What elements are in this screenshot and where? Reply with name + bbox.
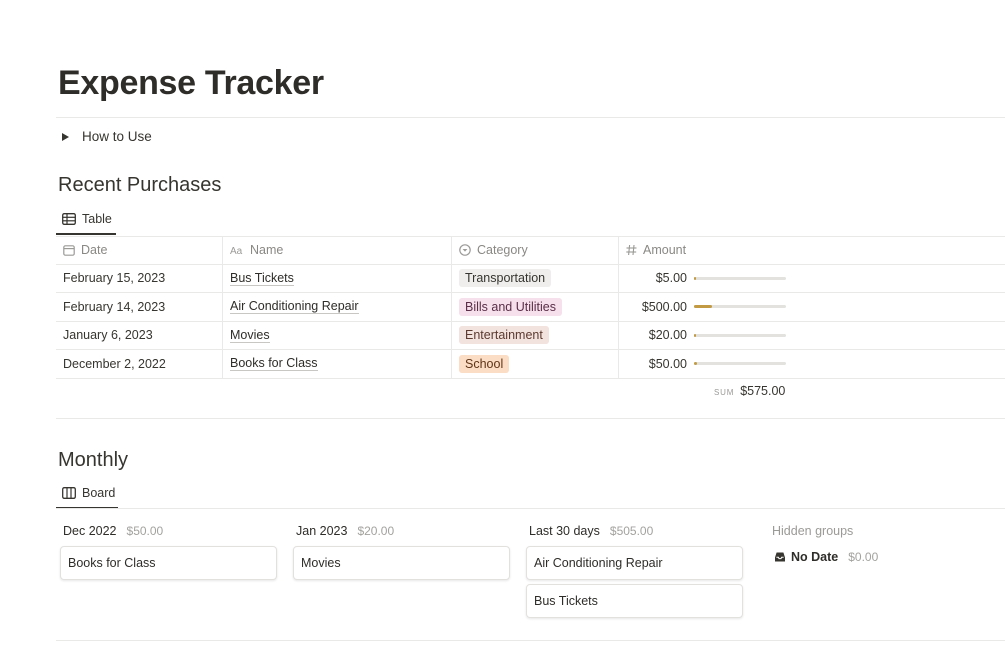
recent-purchases-heading: Recent Purchases	[58, 174, 222, 196]
category-cell[interactable]: Bills and Utilities	[452, 293, 619, 321]
group-title: Jan 2023	[296, 524, 348, 538]
column-header-date[interactable]: Date	[56, 237, 223, 264]
category-cell[interactable]: Entertainment	[452, 321, 619, 349]
board-group-header[interactable]: Jan 2023 $20.00	[296, 524, 394, 538]
tab-label: Board	[82, 486, 116, 500]
column-header-category[interactable]: Category	[452, 237, 619, 264]
group-title: No Date	[791, 550, 839, 564]
row-title[interactable]: Bus Tickets	[230, 271, 294, 286]
table-row[interactable]: January 6, 2023 Movies Entertainment $20…	[56, 321, 1005, 350]
tab-table-view[interactable]: Table	[56, 206, 118, 232]
number-property-icon	[626, 245, 637, 256]
calendar-icon	[63, 245, 75, 257]
group-title: Dec 2022	[63, 524, 117, 538]
board-group-header[interactable]: Dec 2022 $50.00	[63, 524, 163, 538]
date-cell[interactable]: February 14, 2023	[56, 293, 223, 321]
toggle-triangle-icon[interactable]	[62, 132, 69, 141]
amount-cell[interactable]: $50.00	[619, 350, 1005, 378]
amount-cell[interactable]: $5.00	[619, 265, 1005, 293]
amount-value: $50.00	[648, 356, 687, 371]
text-property-icon: Aa	[230, 246, 243, 255]
name-cell[interactable]: Bus Tickets	[223, 264, 452, 292]
board-card[interactable]: Movies	[293, 546, 510, 580]
amount-progress-bar	[694, 362, 786, 366]
column-header-name[interactable]: Aa Name	[223, 237, 452, 264]
amount-progress-bar	[694, 276, 786, 280]
amount-progress-bar	[694, 333, 786, 337]
board-group-header[interactable]: Last 30 days $505.00	[529, 524, 653, 538]
monthly-heading: Monthly	[58, 449, 129, 471]
toggle-label: How to Use	[82, 129, 152, 144]
amount-progress-bar	[694, 305, 786, 309]
board-icon	[62, 487, 76, 499]
category-cell[interactable]: Transportation	[452, 264, 619, 292]
column-header-amount[interactable]: Amount	[619, 237, 1005, 264]
amount-value: $20.00	[648, 328, 687, 343]
tab-label: Table	[82, 212, 112, 226]
category-tag: Entertainment	[459, 326, 549, 345]
tab-board-view[interactable]: Board	[56, 480, 121, 506]
row-title[interactable]: Movies	[230, 328, 270, 343]
table-header-row: Date Aa Name Category Amount	[56, 236, 1005, 265]
row-title[interactable]: Air Conditioning Repair	[230, 299, 359, 315]
amount-progress-fill	[694, 276, 696, 280]
amount-cell[interactable]: $20.00	[619, 322, 1005, 350]
board-card[interactable]: Air Conditioning Repair	[526, 546, 743, 580]
amount-value: $500.00	[641, 299, 687, 314]
group-sum: $20.00	[357, 524, 395, 538]
table-row[interactable]: February 14, 2023 Air Conditioning Repai…	[56, 293, 1005, 322]
page-title: Expense Tracker	[58, 64, 324, 102]
sum-value: $575.00	[740, 384, 786, 398]
table-row[interactable]: February 15, 2023 Bus Tickets Transporta…	[56, 264, 1005, 293]
inbox-icon	[775, 552, 785, 562]
divider	[56, 508, 1005, 509]
table-row[interactable]: December 2, 2022 Books for Class School …	[56, 350, 1005, 379]
category-cell[interactable]: School	[452, 350, 619, 378]
date-cell[interactable]: December 2, 2022	[56, 350, 223, 378]
name-cell[interactable]: Movies	[223, 321, 452, 349]
row-title[interactable]: Books for Class	[230, 356, 318, 372]
category-tag: Bills and Utilities	[459, 297, 563, 316]
date-cell[interactable]: February 15, 2023	[56, 264, 223, 292]
amount-progress-fill	[694, 362, 697, 366]
name-cell[interactable]: Books for Class	[223, 350, 452, 378]
amount-progress-fill	[694, 333, 696, 337]
active-tab-indicator	[56, 233, 116, 235]
sum-label: SUM	[714, 388, 735, 397]
svg-text:Aa: Aa	[230, 246, 243, 255]
amount-cell[interactable]: $500.00	[619, 293, 1005, 321]
select-property-icon	[459, 244, 471, 257]
divider	[56, 640, 1005, 641]
group-sum: $505.00	[609, 524, 654, 538]
amount-progress-fill	[694, 305, 712, 309]
amount-value: $5.00	[655, 271, 687, 286]
board-card[interactable]: Books for Class	[60, 546, 277, 580]
divider	[56, 418, 1005, 419]
group-sum: $0.00	[848, 550, 879, 564]
date-cell[interactable]: January 6, 2023	[56, 321, 223, 349]
board-card[interactable]: Bus Tickets	[526, 584, 743, 618]
group-sum: $50.00	[126, 524, 164, 538]
category-tag: School	[459, 354, 510, 373]
hidden-groups-label: Hidden groups	[772, 524, 854, 538]
how-to-use-toggle[interactable]: How to Use	[62, 129, 152, 144]
table-icon	[62, 213, 76, 225]
category-tag: Transportation	[459, 269, 552, 288]
divider	[56, 117, 1005, 118]
amount-sum[interactable]: SUM $575.00	[714, 384, 785, 398]
group-title: Last 30 days	[529, 524, 600, 538]
recent-purchases-table: Date Aa Name Category Amount February 15…	[56, 236, 1005, 379]
hidden-group-no-date[interactable]: No Date $0.00	[774, 550, 878, 564]
name-cell[interactable]: Air Conditioning Repair	[223, 293, 452, 321]
